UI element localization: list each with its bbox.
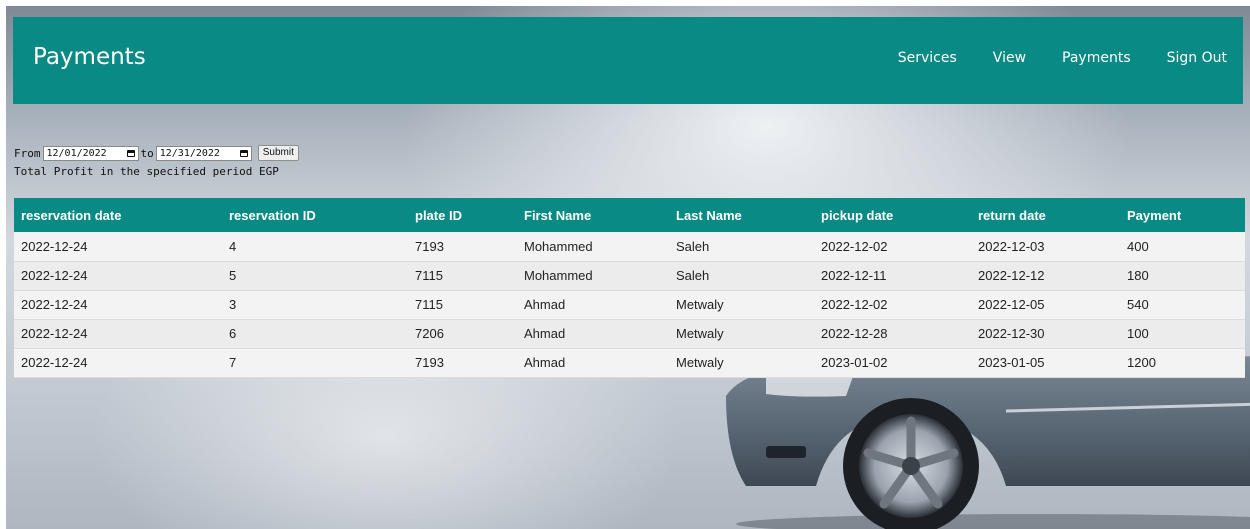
from-date-value: 12/01/2022 [46, 147, 107, 159]
from-date-input[interactable]: 12/01/2022 [42, 145, 139, 161]
to-date-input[interactable]: 12/31/2022 [155, 145, 252, 161]
table-row: 2022-12-24 5 7115 Mohammed Saleh 2022-12… [14, 261, 1245, 291]
column-header: return date [971, 198, 1120, 232]
table-row: 2022-12-24 4 7193 Mohammed Saleh 2022-12… [14, 232, 1245, 262]
table-cell: Metwaly [669, 319, 814, 349]
table-header-row: reservation date reservation ID plate ID… [14, 198, 1245, 232]
nav-sign-out-link[interactable]: Sign Out [1167, 51, 1227, 65]
table-cell: 2022-12-05 [971, 290, 1120, 320]
table-cell: 7115 [408, 290, 517, 320]
table-cell: Metwaly [669, 348, 814, 378]
table-cell: 2022-12-28 [814, 319, 971, 349]
table-cell: 2022-12-11 [814, 261, 971, 291]
table-cell: 2022-12-30 [971, 319, 1120, 349]
page-title: Payments [33, 44, 146, 70]
table-cell: 2022-12-24 [14, 290, 222, 320]
date-filter-form: From 12/01/2022 to 12/31/2022 Submit [14, 145, 299, 161]
table-cell: 2022-12-24 [14, 348, 222, 378]
table-cell: 2023-01-05 [971, 348, 1120, 378]
table-cell: 540 [1120, 290, 1245, 320]
top-navbar: Payments Services View Payments Sign Out [13, 17, 1243, 104]
table-cell: 7193 [408, 232, 517, 262]
table-cell: 2023-01-02 [814, 348, 971, 378]
table-cell: 2022-12-03 [971, 232, 1120, 262]
table-cell: 100 [1120, 319, 1245, 349]
payments-table: reservation date reservation ID plate ID… [14, 198, 1245, 378]
table-cell: 7193 [408, 348, 517, 378]
column-header: reservation date [14, 198, 222, 232]
table-row: 2022-12-24 3 7115 Ahmad Metwaly 2022-12-… [14, 290, 1245, 320]
submit-button[interactable]: Submit [257, 145, 299, 161]
to-date-value: 12/31/2022 [159, 147, 220, 159]
table-cell: Saleh [669, 232, 814, 262]
calendar-icon[interactable] [239, 149, 248, 157]
table-cell: 2022-12-12 [971, 261, 1120, 291]
column-header: First Name [517, 198, 669, 232]
table-row: 2022-12-24 7 7193 Ahmad Metwaly 2023-01-… [14, 348, 1245, 378]
table-cell: 7 [222, 348, 408, 378]
column-header: pickup date [814, 198, 971, 232]
table-cell: Mohammed [517, 261, 669, 291]
column-header: plate ID [408, 198, 517, 232]
table-cell: 2022-12-02 [814, 232, 971, 262]
table-cell: 6 [222, 319, 408, 349]
table-cell: Ahmad [517, 319, 669, 349]
nav-view-link[interactable]: View [993, 51, 1026, 65]
column-header: Last Name [669, 198, 814, 232]
table-cell: 2022-12-24 [14, 261, 222, 291]
table-cell: 7206 [408, 319, 517, 349]
column-header: reservation ID [222, 198, 408, 232]
table-cell: 180 [1120, 261, 1245, 291]
table-cell: Ahmad [517, 348, 669, 378]
table-cell: 1200 [1120, 348, 1245, 378]
total-profit-text: Total Profit in the specified period EGP [14, 165, 279, 178]
table-cell: 2022-12-24 [14, 232, 222, 262]
nav-links: Services View Payments Sign Out [898, 51, 1227, 65]
nav-services-link[interactable]: Services [898, 51, 957, 65]
table-cell: Mohammed [517, 232, 669, 262]
table-cell: 2022-12-02 [814, 290, 971, 320]
table-row: 2022-12-24 6 7206 Ahmad Metwaly 2022-12-… [14, 319, 1245, 349]
table-cell: Metwaly [669, 290, 814, 320]
table-cell: 7115 [408, 261, 517, 291]
nav-payments-link[interactable]: Payments [1062, 51, 1131, 65]
table-cell: 4 [222, 232, 408, 262]
table-cell: Ahmad [517, 290, 669, 320]
from-label: From [14, 146, 41, 160]
table-cell: 3 [222, 290, 408, 320]
page-background: Payments Services View Payments Sign Out… [6, 6, 1250, 529]
table-cell: 2022-12-24 [14, 319, 222, 349]
table-cell: Saleh [669, 261, 814, 291]
table-cell: 5 [222, 261, 408, 291]
calendar-icon[interactable] [126, 149, 135, 157]
to-label: to [140, 146, 154, 160]
table-cell: 400 [1120, 232, 1245, 262]
column-header: Payment [1120, 198, 1245, 232]
